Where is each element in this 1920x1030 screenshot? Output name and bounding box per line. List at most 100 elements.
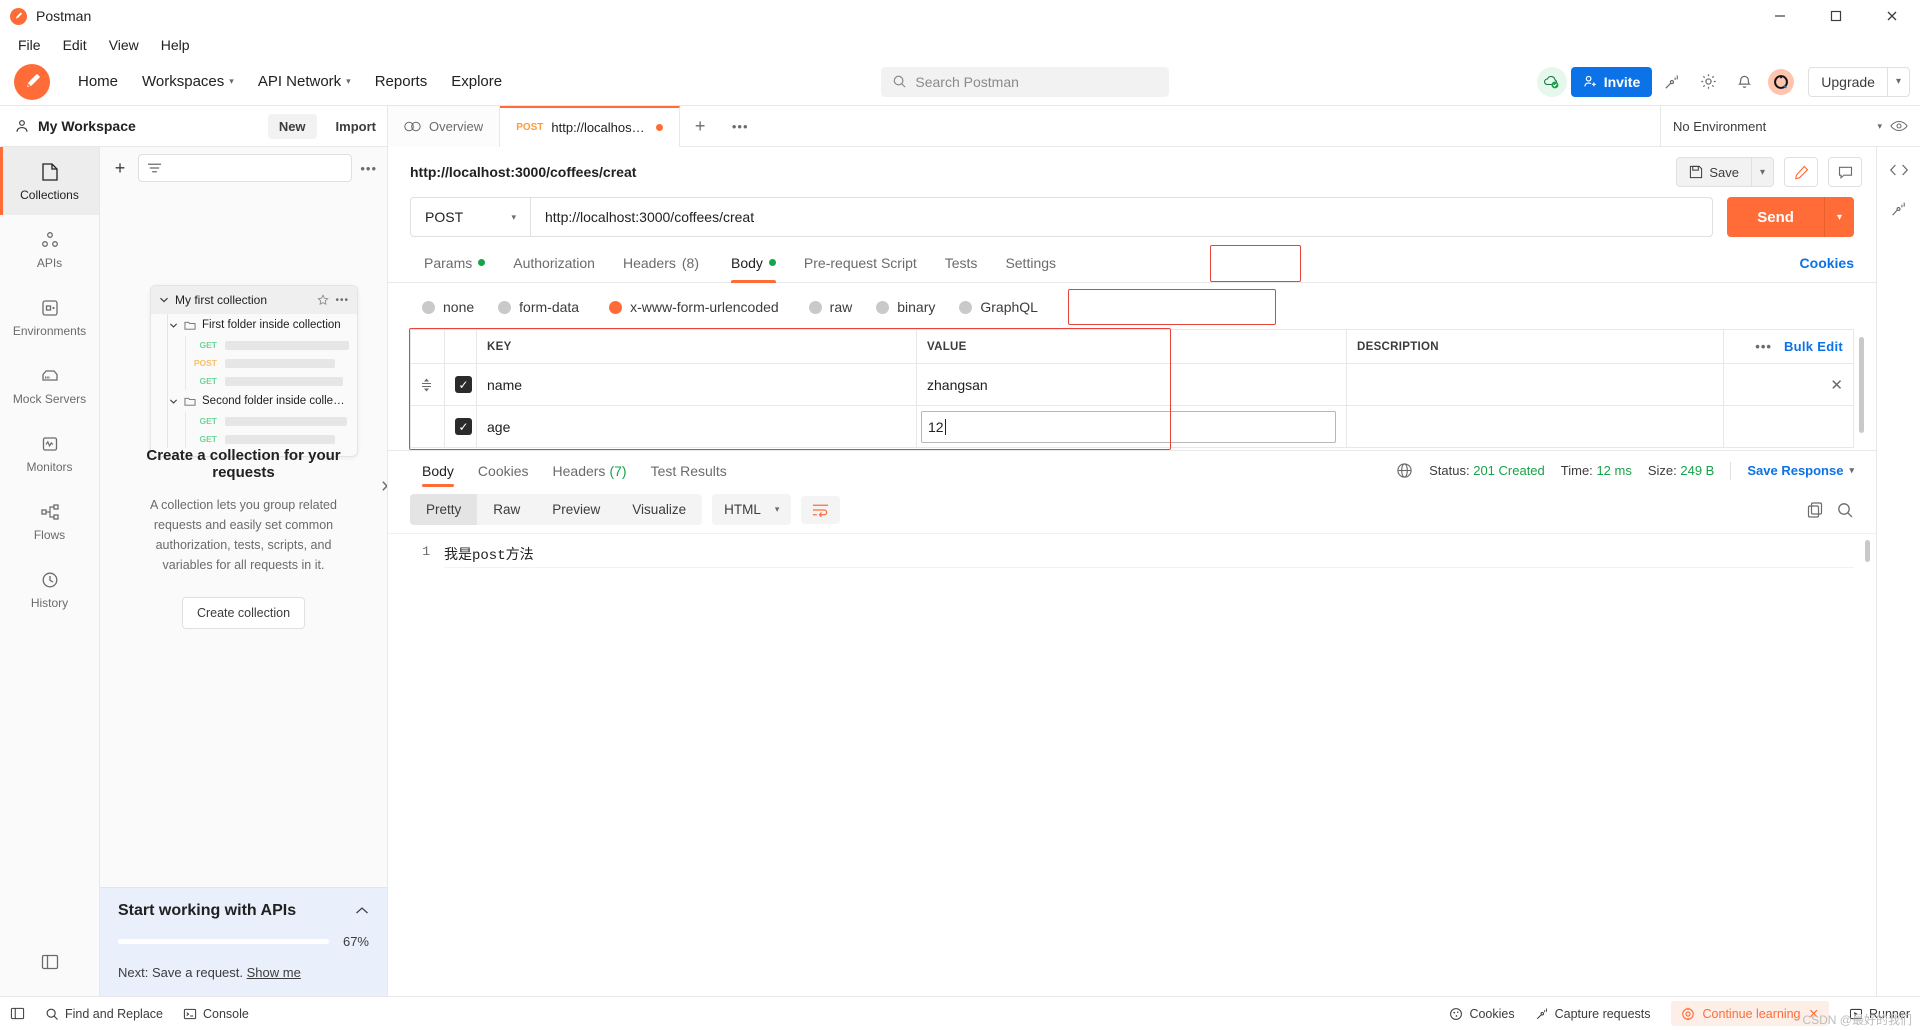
add-new-icon[interactable]: + [110,158,130,179]
environment-quicklook-icon[interactable] [1890,119,1908,133]
table-row[interactable]: ✓ age 12 [410,405,1854,448]
response-tab-cookies[interactable]: Cookies [466,451,541,491]
row-checkbox-cell[interactable]: ✓ [444,363,477,406]
table-row[interactable]: ✓ name zhangsan ✕ [410,363,1854,406]
filter-input[interactable] [138,154,353,182]
chevron-down-icon[interactable] [159,295,169,305]
nav-api-network[interactable]: API Network ▾ [246,66,363,97]
delete-row-button[interactable]: ✕ [1830,376,1843,394]
menu-help[interactable]: Help [153,35,198,55]
row-checkbox-cell[interactable]: ✓ [444,405,477,448]
view-mode-preview[interactable]: Preview [536,494,616,525]
sidebar-item-mock-servers[interactable]: Mock Servers [0,351,99,419]
chevron-down-icon[interactable] [169,321,178,330]
response-scrollbar[interactable] [1865,540,1870,562]
invite-button[interactable]: Invite [1570,66,1653,97]
nav-reports[interactable]: Reports [363,66,440,97]
sidebar-item-collections[interactable]: Collections [0,147,99,215]
body-type-none[interactable]: none [410,295,486,319]
view-mode-visualize[interactable]: Visualize [616,494,702,525]
upgrade-button[interactable]: Upgrade ▾ [1808,66,1910,97]
send-options-button[interactable]: ▾ [1823,197,1854,237]
chevron-down-icon[interactable]: ▾ [1752,167,1773,178]
tab-pre-request-script[interactable]: Pre-request Script [790,243,931,283]
table-scrollbar[interactable] [1859,337,1864,433]
response-tab-headers[interactable]: Headers (7) [541,451,639,491]
copy-icon[interactable] [1806,501,1824,519]
workspace-selector[interactable]: My Workspace New Import [0,105,388,147]
minimize-button[interactable] [1752,0,1808,32]
tab-headers[interactable]: Headers (8) [609,243,713,283]
save-response-button[interactable]: Save Response ▾ [1747,463,1854,478]
cloud-sync-icon[interactable] [1536,66,1567,97]
tab-params[interactable]: Params [410,243,499,283]
new-button[interactable]: New [267,113,317,139]
create-collection-button[interactable]: Create collection [181,597,306,629]
tab-authorization[interactable]: Authorization [499,243,609,283]
chevron-up-icon[interactable] [355,906,369,916]
row-value-cell[interactable]: 12 [916,405,1347,448]
row-key-cell[interactable]: age [476,405,917,448]
nav-workspaces[interactable]: Workspaces ▾ [130,66,246,97]
body-type-form-data[interactable]: form-data [486,295,591,319]
request-row[interactable]: GET [151,336,357,354]
tab-settings[interactable]: Settings [991,243,1070,283]
menu-view[interactable]: View [101,35,147,55]
code-snippet-icon[interactable] [1889,161,1909,179]
chevron-down-icon[interactable] [169,397,178,406]
gear-icon[interactable] [1692,66,1724,98]
satellite-icon[interactable] [1656,66,1688,98]
row-description-cell[interactable] [1346,405,1724,448]
save-button[interactable]: Save ▾ [1676,157,1774,187]
row-description-cell[interactable] [1346,363,1724,406]
import-button[interactable]: Import [325,114,387,139]
row-value-cell[interactable]: zhangsan [916,363,1347,406]
send-button[interactable]: Send [1727,197,1824,237]
row-key-cell[interactable]: name [476,363,917,406]
row-value-input-active[interactable]: 12 [921,410,1336,443]
request-info-icon[interactable] [1889,201,1909,221]
request-row[interactable]: POST [151,354,357,372]
tab-tests[interactable]: Tests [931,243,992,283]
menu-file[interactable]: File [10,35,49,55]
tab-body[interactable]: Body [717,243,790,283]
avatar[interactable] [1768,68,1795,95]
sidebar-item-flows[interactable]: Flows [0,487,99,555]
sidebar-item-history[interactable]: History [0,555,99,623]
body-type-binary[interactable]: binary [864,295,947,319]
sidebar-item-apis[interactable]: APIs [0,215,99,283]
comment-button[interactable] [1828,157,1862,187]
menu-edit[interactable]: Edit [55,35,95,55]
favorite-star-icon[interactable] [317,294,330,306]
search-input[interactable]: Search Postman [881,66,1170,97]
response-tab-body[interactable]: Body [410,451,466,491]
promo-show-me-link[interactable]: Show me [247,965,301,980]
table-more-button[interactable]: ••• [1755,339,1772,354]
request-row[interactable]: GET [151,372,357,390]
bulk-edit-button[interactable]: Bulk Edit [1784,339,1843,354]
capture-requests-button[interactable]: Capture requests [1535,1007,1651,1021]
nav-explore[interactable]: Explore [439,66,514,97]
row-checkbox[interactable]: ✓ [455,376,472,393]
wrap-lines-button[interactable] [801,495,841,524]
sidebar-item-monitors[interactable]: Monitors [0,419,99,487]
new-tab-button[interactable]: + [680,106,720,147]
tab-request-post[interactable]: POST http://localhost:3000/ [500,105,681,147]
row-drag-handle[interactable] [410,363,445,406]
body-type-raw[interactable]: raw [797,295,865,319]
method-select[interactable]: POST ▾ [411,198,531,236]
tab-overview[interactable]: Overview [388,105,501,147]
collection-more-button[interactable]: ••• [335,295,349,306]
search-icon[interactable] [1836,501,1854,519]
row-drag-handle[interactable] [410,405,445,448]
environment-select[interactable]: No Environment ▾ [1673,119,1882,134]
request-row[interactable]: GET [151,430,357,448]
response-body[interactable]: 1 我是post方法 [388,533,1876,996]
edit-request-button[interactable] [1784,157,1818,187]
tab-more-button[interactable]: ••• [720,106,760,147]
sidebar-collapse-button[interactable] [10,1006,25,1021]
bell-icon[interactable] [1728,66,1760,98]
body-type-x-www-form-urlencoded[interactable]: x-www-form-urlencoded [597,295,791,319]
row-checkbox[interactable]: ✓ [455,418,472,435]
body-type-graphql[interactable]: GraphQL [947,295,1050,319]
